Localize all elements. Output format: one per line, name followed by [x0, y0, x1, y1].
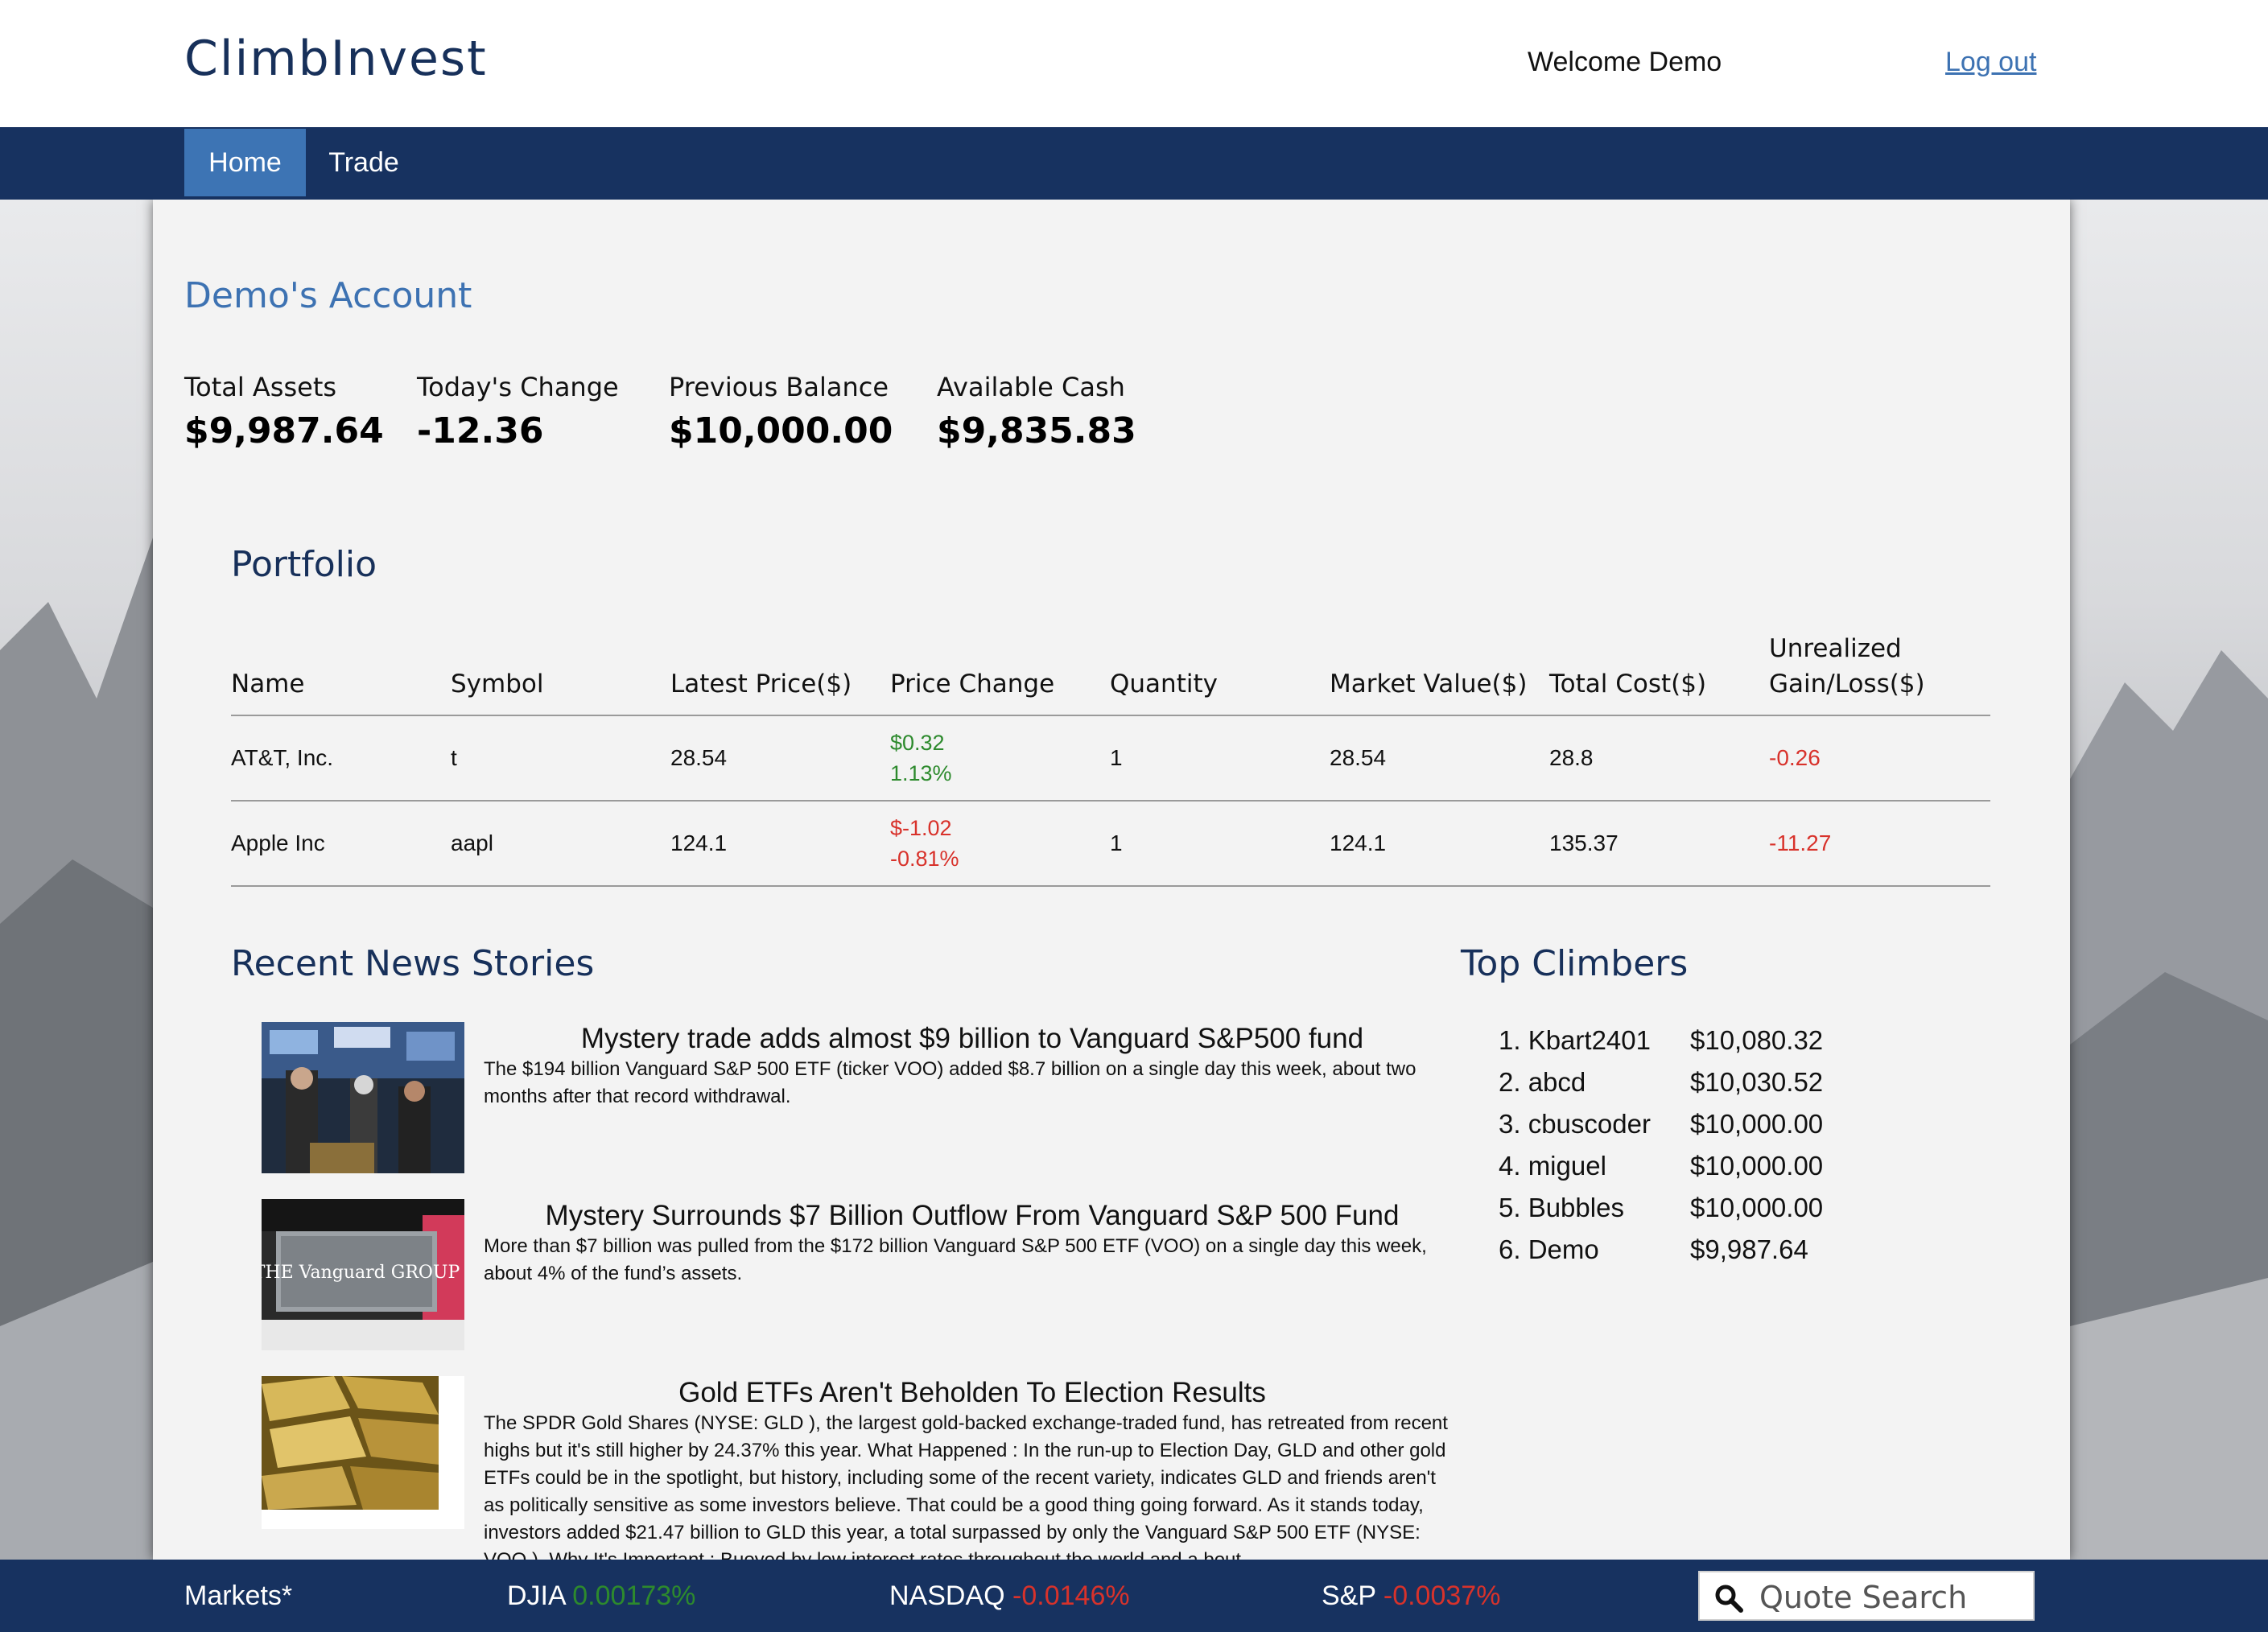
vanguard-sign-image[interactable]: THE Vanguard GROUP: [262, 1199, 464, 1350]
stat-available-cash: Available Cash $9,835.83: [937, 372, 1136, 451]
column-header-line: Gain/Loss($): [1769, 670, 1925, 699]
climber-name: 1. Kbart2401: [1499, 1025, 1651, 1055]
change-amount: $-1.02: [890, 816, 952, 840]
cell-symbol: t: [451, 745, 457, 770]
news-headline[interactable]: Mystery Surrounds $7 Billion Outflow Fro…: [484, 1199, 1461, 1233]
main-nav: Home Trade: [0, 127, 2268, 200]
market-footer: Markets* DJIA 0.00173% NASDAQ -0.0146% S…: [0, 1560, 2268, 1632]
stat-label: Today's Change: [417, 372, 619, 402]
change-amount: $0.32: [890, 731, 945, 755]
stat-label: Previous Balance: [669, 372, 889, 402]
index-djia: DJIA 0.00173%: [507, 1560, 695, 1632]
top-header: ClimbInvest Welcome Demo Log out: [0, 0, 2268, 127]
change-percent: -0.81%: [890, 847, 959, 871]
welcome-text: Welcome Demo: [1528, 47, 1722, 77]
column-header: Quantity: [1110, 670, 1218, 699]
news-text: Mystery Surrounds $7 Billion Outflow Fro…: [484, 1199, 1461, 1288]
account-title: Demo's Account: [184, 275, 472, 316]
stat-todays-change: Today's Change -12.36: [417, 372, 619, 451]
cell-latest-price: 28.54: [670, 745, 728, 770]
stat-previous-balance: Previous Balance $10,000.00: [669, 372, 893, 451]
markets-label: Markets*: [184, 1580, 293, 1611]
cell-quantity: 1: [1110, 745, 1123, 770]
climber-value: $10,000.00: [1690, 1109, 1824, 1139]
index-change: -0.0037%: [1383, 1580, 1501, 1611]
cell-market-value: 124.1: [1330, 830, 1387, 855]
table-header: Name Symbol Latest Price($) Price Change…: [231, 628, 1990, 716]
sign-text: THE Vanguard GROUP: [262, 1263, 460, 1283]
column-header: Market Value($): [1330, 670, 1528, 699]
climber-name: 6. Demo: [1499, 1234, 1599, 1264]
stat-label: Total Assets: [184, 372, 337, 402]
news-text: Mystery trade adds almost $9 billion to …: [484, 1022, 1461, 1111]
search-icon: [1714, 1584, 1743, 1613]
index-change: 0.00173%: [572, 1580, 696, 1611]
trading-floor-image[interactable]: [262, 1022, 464, 1173]
climber-value: $10,030.52: [1690, 1067, 1824, 1097]
column-header: Total Cost($): [1549, 670, 1707, 699]
cell-total-cost: 28.8: [1549, 745, 1594, 770]
cell-symbol: aapl: [451, 830, 493, 855]
cell-name: AT&T, Inc.: [231, 745, 334, 770]
climber-value: $10,080.32: [1690, 1025, 1824, 1055]
climber-value: $9,987.64: [1690, 1234, 1808, 1264]
stat-value: $10,000.00: [669, 410, 893, 451]
table-row[interactable]: AT&T, Inc. t 28.54 $0.32 1.13% 1 28.54 2…: [231, 716, 1990, 802]
stat-value: -12.36: [417, 410, 544, 451]
climber-name: 4. miguel: [1499, 1151, 1606, 1181]
index-nasdaq: NASDAQ -0.0146%: [889, 1560, 1130, 1632]
climbers-title: Top Climbers: [1461, 943, 1689, 984]
stat-value: $9,835.83: [937, 410, 1136, 451]
climber-name: 3. cbuscoder: [1499, 1109, 1651, 1139]
cell-latest-price: 124.1: [670, 830, 728, 855]
index-name: S&P: [1322, 1580, 1376, 1611]
index-change: -0.0146%: [1012, 1580, 1130, 1611]
index-name: DJIA: [507, 1580, 565, 1611]
column-header: Latest Price($): [670, 670, 852, 699]
climber-value: $10,000.00: [1690, 1151, 1824, 1181]
stat-value: $9,987.64: [184, 410, 384, 451]
index-sp: S&P -0.0037%: [1322, 1560, 1500, 1632]
cell-market-value: 28.54: [1330, 745, 1387, 770]
cell-price-change: $-1.02 -0.81%: [890, 802, 959, 885]
cell-name: Apple Inc: [231, 830, 325, 855]
column-header: Symbol: [451, 670, 544, 699]
climber-name: 2. abcd: [1499, 1067, 1586, 1097]
quote-search-box[interactable]: [1698, 1571, 2035, 1621]
quote-search-input[interactable]: [1759, 1577, 2025, 1618]
column-header: Name: [231, 670, 305, 699]
cell-quantity: 1: [1110, 830, 1123, 855]
news-headline[interactable]: Gold ETFs Aren't Beholden To Election Re…: [484, 1376, 1461, 1410]
news-summary: More than $7 billion was pulled from the…: [484, 1235, 1427, 1284]
news-summary: The $194 billion Vanguard S&P 500 ETF (t…: [484, 1058, 1416, 1107]
stat-label: Available Cash: [937, 372, 1125, 402]
column-header: Price Change: [890, 670, 1055, 699]
index-name: NASDAQ: [889, 1580, 1005, 1611]
cell-gain-loss: -11.27: [1769, 830, 1832, 855]
change-percent: 1.13%: [890, 761, 952, 785]
news-headline[interactable]: Mystery trade adds almost $9 billion to …: [484, 1022, 1461, 1056]
news-text: Gold ETFs Aren't Beholden To Election Re…: [484, 1376, 1461, 1560]
gold-bars-image[interactable]: [262, 1376, 464, 1529]
stat-total-assets: Total Assets $9,987.64: [184, 372, 384, 451]
climber-name: 5. Bubbles: [1499, 1193, 1624, 1222]
news-summary: The SPDR Gold Shares (NYSE: GLD ), the l…: [484, 1412, 1448, 1560]
table-row[interactable]: Apple Inc aapl 124.1 $-1.02 -0.81% 1 124…: [231, 802, 1990, 887]
climber-value: $10,000.00: [1690, 1193, 1824, 1222]
news-item-clip: Gold ETFs Aren't Beholden To Election Re…: [262, 1368, 1469, 1560]
tab-home[interactable]: Home: [184, 129, 306, 196]
portfolio-title: Portfolio: [231, 544, 377, 585]
cell-total-cost: 135.37: [1549, 830, 1619, 855]
column-header-gain-loss: Unrealized Gain/Loss($): [1769, 631, 1925, 702]
cell-price-change: $0.32 1.13%: [890, 716, 952, 800]
news-title: Recent News Stories: [231, 943, 595, 984]
tab-trade[interactable]: Trade: [315, 129, 412, 196]
brand-logo[interactable]: ClimbInvest: [184, 31, 488, 87]
column-header-line: Unrealized: [1769, 634, 1902, 663]
portfolio-table: Name Symbol Latest Price($) Price Change…: [231, 628, 1990, 887]
cell-gain-loss: -0.26: [1769, 745, 1821, 770]
logout-link[interactable]: Log out: [1945, 47, 2036, 78]
